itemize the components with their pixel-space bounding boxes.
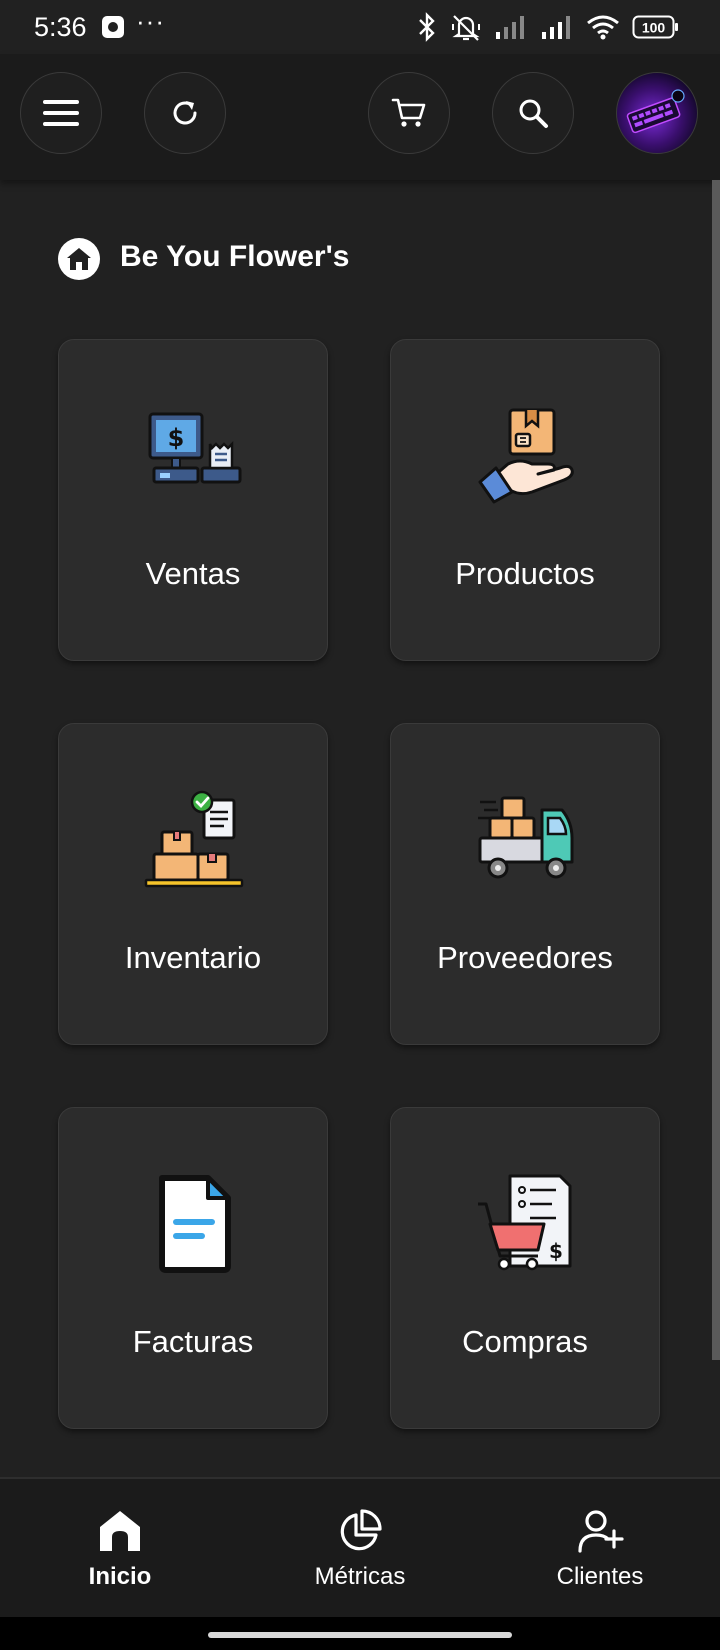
module-card-proveedores[interactable]: Proveedores: [390, 723, 660, 1045]
menu-button[interactable]: [20, 72, 102, 154]
shopping-cart-receipt-icon: $: [478, 1174, 572, 1271]
nav-label: Inicio: [88, 1563, 152, 1590]
signal-weak-icon: [496, 16, 524, 39]
module-card-facturas[interactable]: Facturas: [58, 1107, 328, 1429]
battery-icon: 100: [632, 15, 678, 39]
inventory-boxes-icon: [144, 790, 244, 888]
bluetooth-icon: [419, 12, 435, 42]
module-card-ventas[interactable]: $ Ventas: [58, 339, 328, 661]
add-user-icon: [578, 1510, 624, 1553]
module-card-compras[interactable]: $ Compras: [390, 1107, 660, 1429]
module-card-inventario[interactable]: Inventario: [58, 723, 328, 1045]
module-card-productos[interactable]: Productos: [390, 339, 660, 661]
nav-label: Métricas: [314, 1563, 406, 1590]
pie-chart-icon: [340, 1509, 382, 1551]
nav-item-clientes[interactable]: Clientes: [480, 1479, 720, 1619]
wifi-icon: [587, 15, 619, 40]
menu-icon: [43, 100, 79, 126]
refresh-icon: [173, 101, 197, 125]
status-bar: 5:36 ··· 100: [0, 0, 720, 54]
page-title: Be You Flower's: [120, 240, 350, 273]
nav-item-inicio[interactable]: Inicio: [0, 1479, 240, 1619]
delivery-truck-icon: [478, 796, 574, 879]
scrollbar[interactable]: [712, 180, 720, 1360]
notification-app-icon: [102, 16, 124, 38]
gesture-home-bar[interactable]: [208, 1632, 512, 1638]
nav-item-metricas[interactable]: Métricas: [240, 1479, 480, 1619]
search-icon: [519, 99, 548, 128]
product-hand-box-icon: [478, 408, 574, 504]
status-overflow: ···: [136, 6, 165, 36]
bottom-nav: Inicio Métricas Clientes: [0, 1477, 720, 1619]
svg-text:$: $: [168, 424, 185, 452]
status-icons: 100: [416, 10, 680, 44]
nav-label: Clientes: [556, 1563, 644, 1590]
invoice-document-icon: [159, 1175, 231, 1273]
keyboard-image-icon: [626, 89, 685, 134]
cart-icon: [391, 98, 426, 127]
refresh-button[interactable]: [144, 72, 226, 154]
search-button[interactable]: [492, 72, 574, 154]
cart-button[interactable]: [368, 72, 450, 154]
battery-level: 100: [642, 20, 666, 36]
module-label: Productos: [455, 556, 595, 591]
user-avatar[interactable]: [616, 72, 698, 154]
app-bar: [0, 54, 720, 180]
module-label: Facturas: [132, 1324, 254, 1359]
module-label: Ventas: [145, 556, 241, 591]
module-label: Compras: [462, 1324, 588, 1359]
module-label: Proveedores: [437, 940, 613, 975]
status-time: 5:36: [34, 12, 87, 42]
store-home-icon: [58, 238, 100, 280]
module-label: Inventario: [124, 940, 262, 975]
svg-text:$: $: [549, 1239, 563, 1263]
silent-bell-icon: [452, 15, 480, 41]
home-icon: [100, 1511, 140, 1551]
signal-strong-icon: [542, 16, 570, 39]
cash-register-icon: $: [148, 412, 242, 484]
